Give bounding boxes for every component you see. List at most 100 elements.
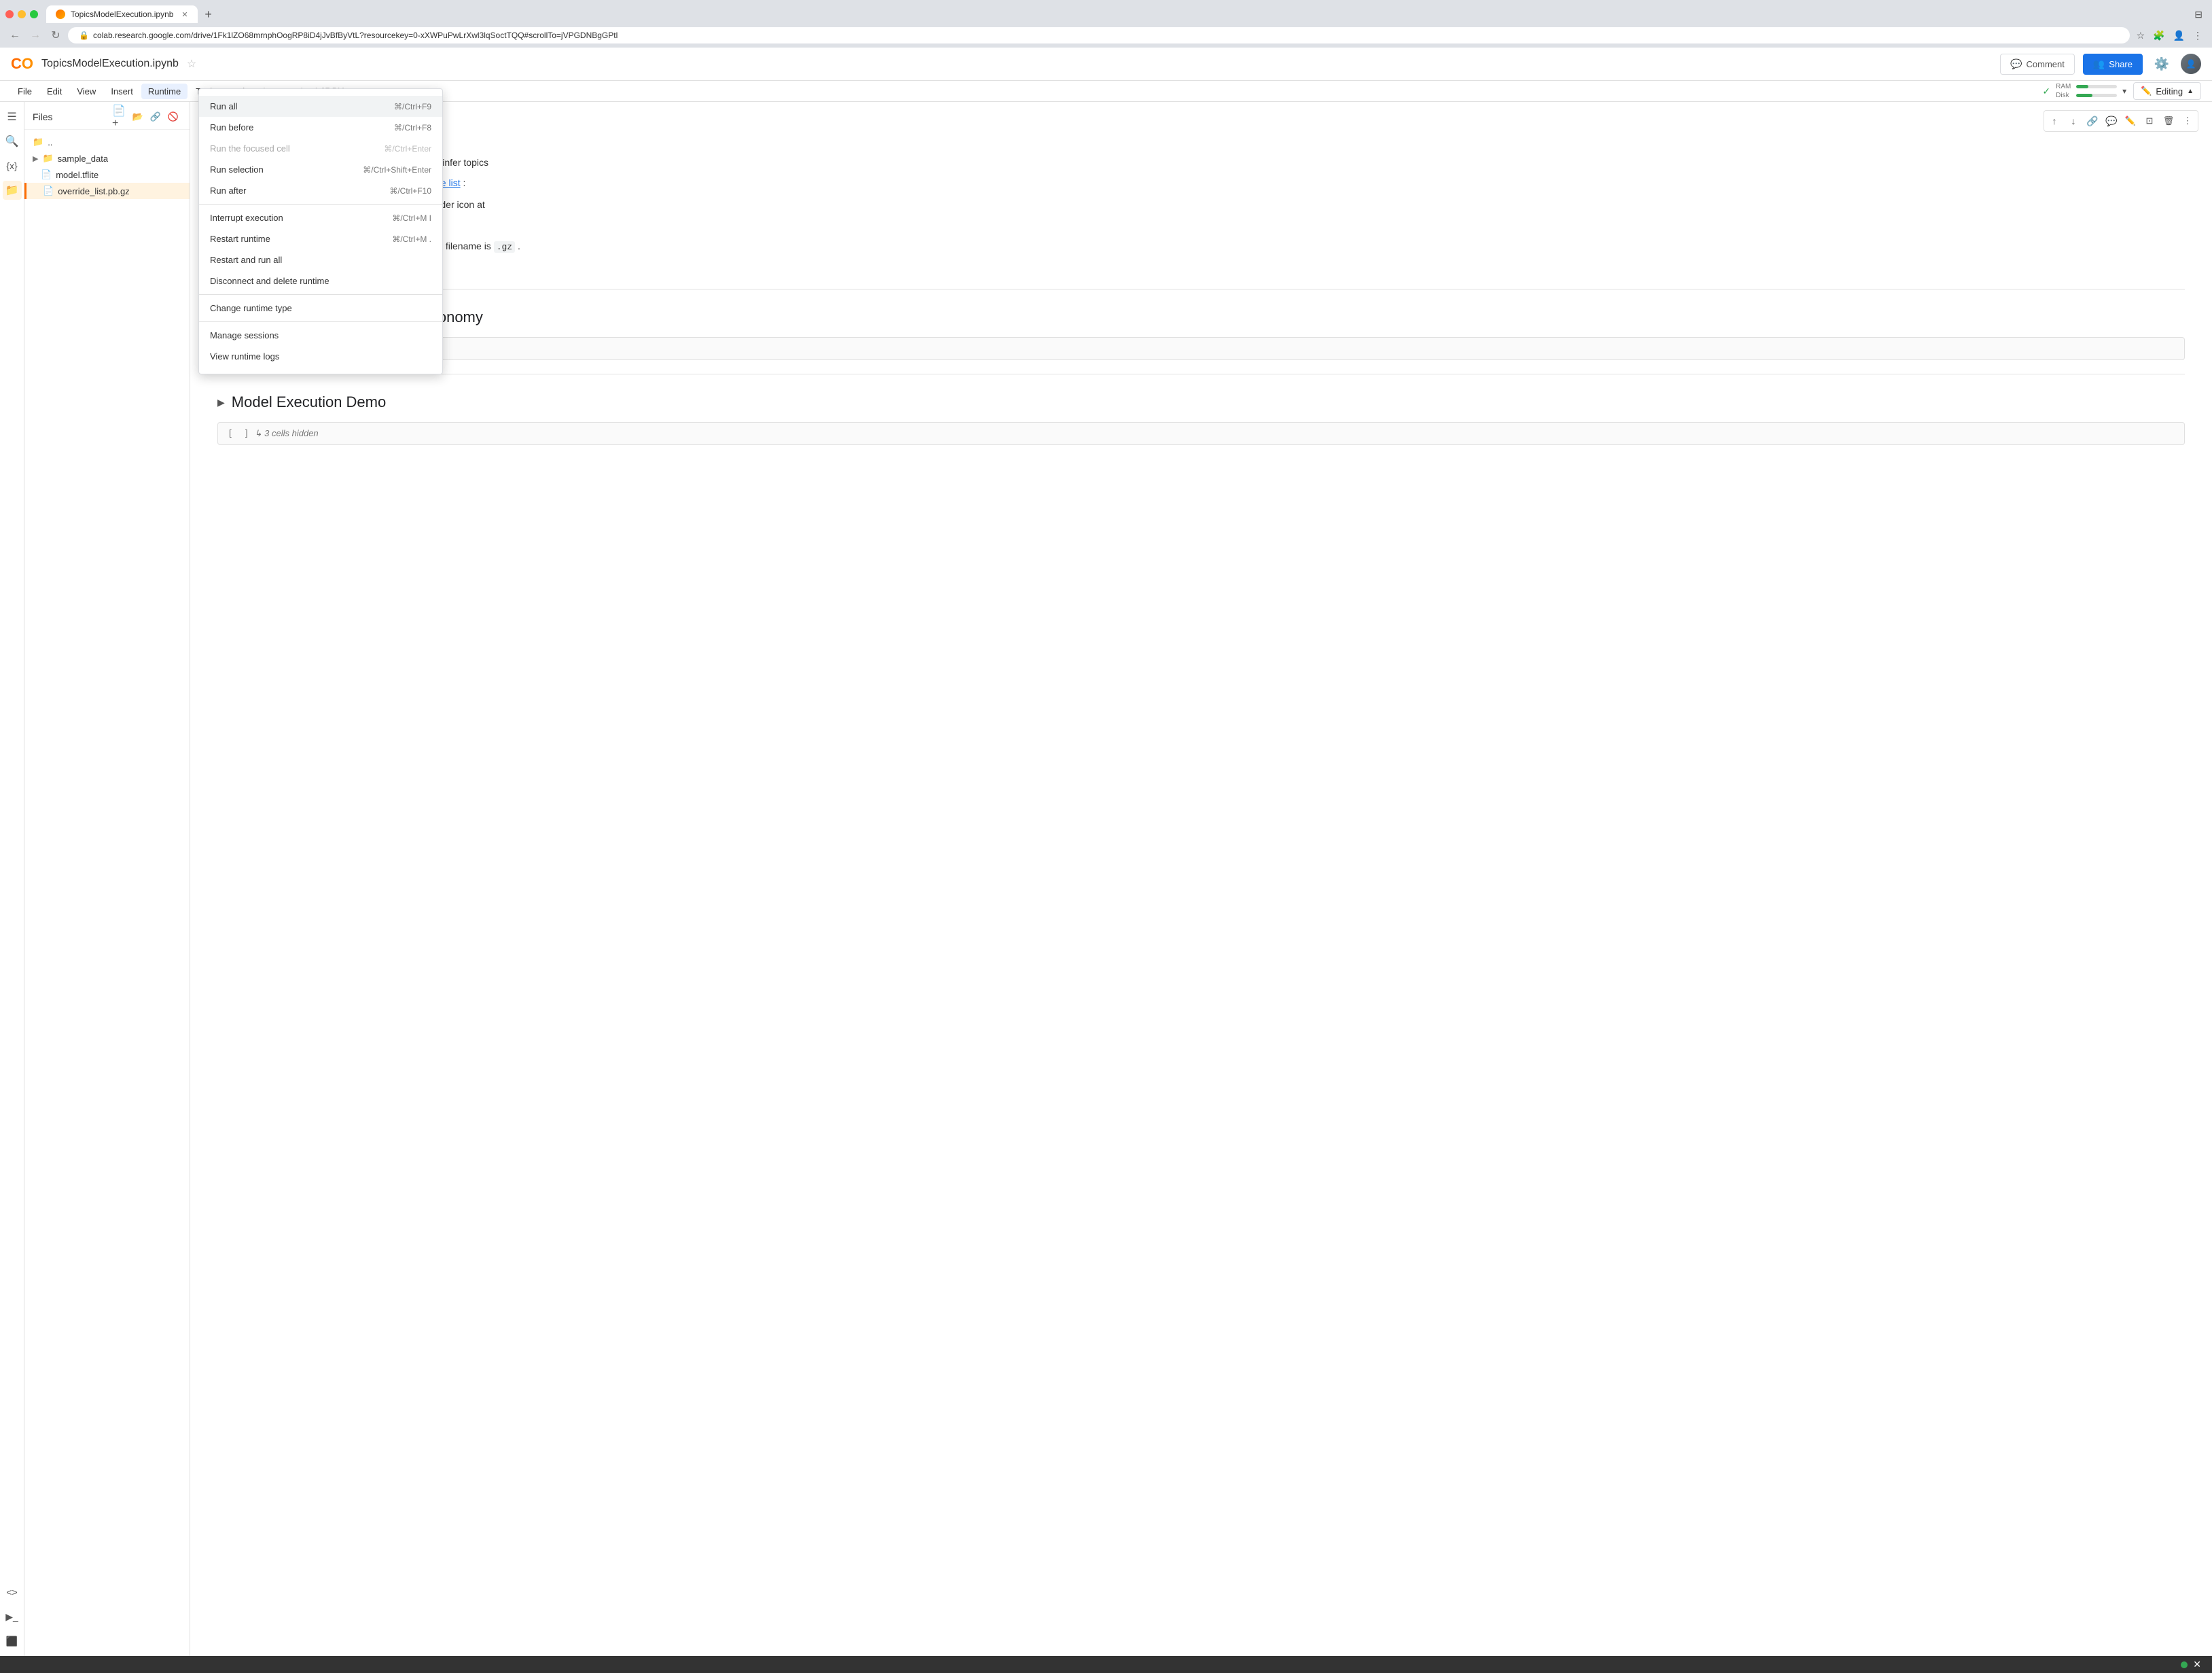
connect-drive-btn[interactable]: 🔗 [147,109,164,125]
extensions-icon[interactable]: 🧩 [2150,30,2167,41]
files-icon[interactable]: 📁 [3,181,22,200]
active-tab[interactable]: TopicsModelExecution.ipynb ✕ [46,5,198,23]
run-after-shortcut: ⌘/Ctrl+F10 [389,186,431,196]
people-icon: 👥 [2093,58,2105,70]
menu-insert[interactable]: Insert [104,84,140,99]
folder-icon: 📁 [42,153,53,164]
run-selection-item[interactable]: Run selection ⌘/Ctrl+Shift+Enter [199,159,442,180]
run-all-item[interactable]: Run all ⌘/Ctrl+F9 [199,96,442,117]
files-panel: Files 📄+ 📂 🔗 🚫 📁 .. ▶ 📁 sample_data [24,102,190,1656]
menu-section-1: Run all ⌘/Ctrl+F9 Run before ⌘/Ctrl+F8 R… [199,93,442,205]
ram-fill [2076,85,2088,88]
avatar[interactable]: 👤 [2181,54,2201,74]
manage-sessions-item[interactable]: Manage sessions [199,325,442,346]
menu-section-3: Change runtime type [199,295,442,322]
disk-progress [2076,94,2117,97]
tree-item-sample-data[interactable]: ▶ 📁 sample_data [24,150,190,166]
tree-parent-label: .. [48,137,52,147]
section3-header[interactable]: ▶ Model Execution Demo [217,388,2185,417]
comment-cell-btn[interactable]: 💬 [2103,112,2120,130]
section2-header[interactable]: ▶ Libraries, Override List and Taxonomy [217,303,2185,332]
more-icon[interactable]: ⋮ [2190,30,2205,41]
disk-fill [2076,94,2092,97]
interrupt-item[interactable]: Interrupt execution ⌘/Ctrl+M I [199,207,442,228]
toc-icon[interactable]: ☰ [3,107,22,126]
run-all-shortcut: ⌘/Ctrl+F9 [394,102,431,111]
tree-item-override-list[interactable]: 📄 override_list.pb.gz [24,183,190,199]
para-1: o load the TensorFlow Lite model used by… [217,155,2185,170]
editing-button[interactable]: ✏️ Editing ▲ [2133,82,2201,100]
view-runtime-logs-item[interactable]: View runtime logs [199,346,442,367]
menu-view[interactable]: View [70,84,103,99]
share-label: Share [2109,59,2133,69]
disk-resource-label: Disk [2056,92,2073,99]
dot-green[interactable] [30,10,38,18]
section-heading: el Execution Demo [217,116,2185,144]
more-cell-btn[interactable]: ⋮ [2179,112,2196,130]
disconnect-delete-label: Disconnect and delete runtime [210,276,329,286]
logo-c: C [11,55,22,73]
restart-run-all-item[interactable]: Restart and run all [199,249,442,270]
change-runtime-item[interactable]: Change runtime type [199,298,442,319]
folder-icon: 📁 [33,137,43,147]
refresh-button[interactable]: ↻ [48,27,64,43]
address-bar[interactable]: 🔒 colab.research.google.com/drive/1Fk1lZ… [68,27,2130,43]
dropdown-menu: Run all ⌘/Ctrl+F9 Run before ⌘/Ctrl+F8 R… [198,88,443,374]
move-up-btn[interactable]: ↑ [2046,112,2063,130]
para-2: elow, upload the .tflite model file and … [217,175,2185,192]
para2-suffix: : [463,177,466,188]
edit-cell-btn[interactable]: ✏️ [2122,112,2139,130]
delete-cell-btn[interactable]: 🗑 [2160,112,2177,130]
share-button[interactable]: 👥 Share [2083,54,2143,75]
code-icon[interactable]: {x} [3,156,22,175]
restart-runtime-item[interactable]: Restart runtime ⌘/Ctrl+M . [199,228,442,249]
upload-folder-btn[interactable]: 📂 [130,109,146,125]
model-tflite-label: model.tflite [56,170,99,180]
search-sidebar-icon[interactable]: 🔍 [3,132,22,151]
new-tab-button[interactable]: + [200,6,217,22]
tab-close-icon[interactable]: ✕ [181,10,188,19]
view-runtime-logs-label: View runtime logs [210,351,279,362]
console-icon[interactable]: ⬛ [3,1632,22,1651]
disconnect-delete-item[interactable]: Disconnect and delete runtime [199,270,442,292]
dot-yellow[interactable] [18,10,26,18]
menu-edit[interactable]: Edit [40,84,69,99]
notebook-title[interactable]: TopicsModelExecution.ipynb [41,58,179,70]
run-before-item[interactable]: Run before ⌘/Ctrl+F8 [199,117,442,138]
comment-button[interactable]: 💬 Comment [2000,54,2075,75]
interrupt-label: Interrupt execution [210,213,283,223]
expand-arrow-icon: ▶ [33,154,38,163]
refresh-files-btn[interactable]: 🚫 [165,109,181,125]
star-icon[interactable]: ☆ [187,57,196,71]
profile-icon[interactable]: 👤 [2171,30,2188,41]
resource-bar: ✓ RAM Disk ▾ [2042,83,2126,99]
move-down-btn[interactable]: ↓ [2065,112,2082,130]
run-focused-label: Run the focused cell [210,143,290,154]
dot-red[interactable] [5,10,14,18]
browser-minimize-icon[interactable]: ⊟ [2190,9,2207,20]
link-cell-btn[interactable]: 🔗 [2084,112,2101,130]
terminal-icon[interactable]: ▶_ [3,1607,22,1626]
icon-sidebar: ☰ 🔍 {x} 📁 <> ▶_ ⬛ [0,102,24,1656]
tree-item-model-tflite[interactable]: 📄 model.tflite [24,166,190,183]
upload-file-btn[interactable]: 📄+ [112,109,128,125]
close-notification-btn[interactable]: ✕ [2193,1659,2201,1670]
bookmark-icon[interactable]: ☆ [2134,30,2148,41]
mirror-cell-btn[interactable]: ⊡ [2141,112,2158,130]
forward-icon: → [30,29,41,41]
code-brackets-icon[interactable]: <> [3,1583,22,1602]
resource-dropdown-btn[interactable]: ▾ [2122,86,2126,96]
settings-button[interactable]: ⚙️ [2151,53,2173,75]
notification-bar: ✕ [0,1656,2212,1673]
back-button[interactable]: ← [7,27,23,43]
section3-title: Model Execution Demo [232,393,386,411]
run-after-item[interactable]: Run after ⌘/Ctrl+F10 [199,180,442,201]
menu-runtime[interactable]: Runtime [141,84,188,99]
forward-button[interactable]: → [27,27,43,43]
restart-runtime-label: Restart runtime [210,234,270,244]
para-5: list. This is in the same directory as t… [217,239,2185,255]
window-dots [5,10,38,18]
sample-data-label: sample_data [58,154,108,164]
menu-file[interactable]: File [11,84,39,99]
tree-item-parent[interactable]: 📁 .. [24,134,190,150]
